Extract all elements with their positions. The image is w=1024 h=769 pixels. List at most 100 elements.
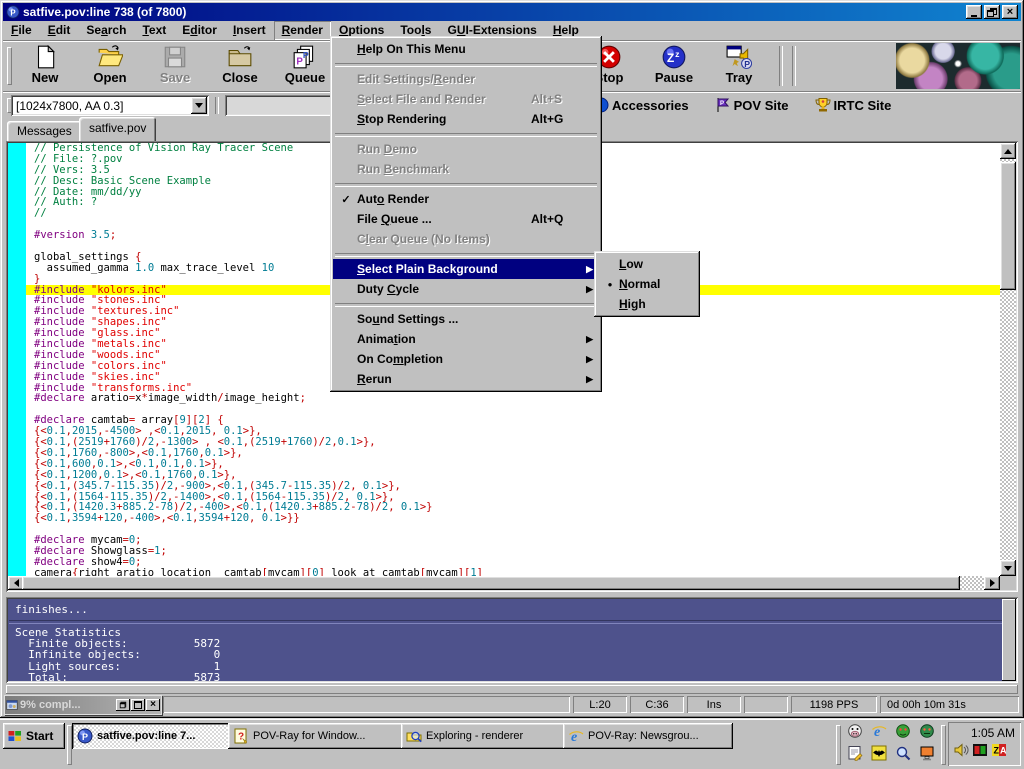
task-pov-ray-for-window[interactable]: ?POV-Ray for Window...	[228, 723, 405, 749]
menu-item-clear-queue-no-items[interactable]: Clear Queue (No Items)	[333, 229, 599, 249]
menu-separator	[333, 249, 599, 259]
svg-text:P: P	[744, 59, 750, 69]
accessories-button[interactable]: iAccessories	[593, 97, 689, 113]
tray-volume-icon[interactable]	[953, 742, 969, 763]
submenu-item-low[interactable]: Low	[597, 254, 697, 274]
quick-launch-pov-face-icon[interactable]	[895, 723, 911, 744]
menubar-item-file[interactable]: File	[3, 21, 40, 40]
menu-item-run-benchmark[interactable]: Run Benchmark	[333, 159, 599, 179]
combo-dropdown-button[interactable]	[191, 97, 207, 114]
task-label: satfive.pov:line 7...	[97, 730, 195, 742]
mini-close-button[interactable]: ×	[146, 699, 160, 711]
minimize-button[interactable]	[966, 5, 982, 19]
task-satfive-pov-line-7[interactable]: Psatfive.pov:line 7...	[72, 723, 232, 749]
message-window[interactable]: finishes... Scene Statistics Finite obje…	[6, 597, 1018, 683]
restore-button[interactable]	[984, 5, 1000, 19]
submenu-arrow-icon: ▶	[586, 354, 593, 365]
tray-button[interactable]: PTray	[708, 43, 770, 89]
tab-satfive-pov[interactable]: satfive.pov	[79, 117, 156, 141]
pov-site-button[interactable]: PPOV Site	[715, 97, 789, 113]
render-preset-combobox[interactable]: [1024x7800, AA 0.3]	[11, 95, 209, 116]
menu-item-help-on-this-menu[interactable]: Help On This Menu	[333, 39, 599, 59]
task-pov-ray-newsgrou[interactable]: ePOV-Ray: Newsgrou...	[563, 723, 733, 749]
taskbar-grip[interactable]	[836, 725, 841, 765]
command-line-box[interactable]	[225, 95, 333, 116]
quick-launch-bat-icon[interactable]	[871, 745, 887, 766]
menu-item-animation[interactable]: Animation▶	[333, 329, 599, 349]
code-line: #declare aratio=x*image_width/image_heig…	[26, 393, 1000, 404]
message-header: finishes...	[15, 603, 88, 616]
vertical-scroll-thumb[interactable]	[1000, 162, 1016, 290]
queue-button[interactable]: PPQueue	[274, 43, 336, 89]
menu-item-select-file-and-render[interactable]: Select File and RenderAlt+S	[333, 89, 599, 109]
tab-messages[interactable]: Messages	[7, 121, 82, 141]
menu-item-edit-settings-render[interactable]: Edit Settings/Render	[333, 69, 599, 89]
menu-item-stop-rendering[interactable]: Stop Rendering Alt+G	[333, 109, 599, 129]
horizontal-scroll-thumb[interactable]	[22, 576, 960, 590]
label: Stop Rendering	[357, 112, 446, 126]
menu-item-rerun[interactable]: Rerun ▶	[333, 369, 599, 389]
quick-launch-monitor-icon[interactable]	[919, 745, 935, 766]
new-button[interactable]: New	[14, 43, 76, 89]
close-button[interactable]: Close	[209, 43, 271, 89]
save-button[interactable]: Save	[144, 43, 206, 89]
horizontal-scrollbar[interactable]	[8, 576, 1000, 590]
menubar-item-render[interactable]: Render	[274, 21, 331, 40]
quick-launch-cow-icon[interactable]	[847, 723, 863, 744]
pov-icon: P	[77, 728, 93, 744]
status-panel-empty	[163, 696, 570, 713]
scroll-right-button[interactable]	[984, 576, 1000, 590]
close-button[interactable]: ×	[1002, 5, 1018, 19]
render-window-icon	[6, 699, 18, 711]
titlebar[interactable]: P satfive.pov:line 738 (of 7800) ×	[3, 3, 1021, 21]
tray-tasks-icon[interactable]	[972, 742, 988, 763]
quick-launch-notes-icon[interactable]	[847, 745, 863, 766]
mini-restore-button[interactable]	[116, 699, 130, 711]
svg-text:Z: Z	[667, 51, 674, 65]
label: Search	[86, 23, 126, 37]
toolbar-grip[interactable]	[7, 47, 12, 85]
quick-launch-ie-icon[interactable]: e	[871, 723, 887, 744]
message-hscrollbar[interactable]	[6, 685, 1018, 694]
quick-launch-magnifier-icon[interactable]	[895, 745, 911, 766]
accelerator: Alt+G	[531, 112, 563, 126]
start-button[interactable]: Start	[3, 723, 65, 749]
task-label: POV-Ray for Window...	[253, 730, 365, 742]
scroll-down-button[interactable]	[1000, 560, 1016, 576]
menu-item-run-demo[interactable]: Run Demo	[333, 139, 599, 159]
status-panels: L:20C:36Ins1198 PPS0d 00h 10m 31s	[163, 696, 1019, 713]
open-button[interactable]: Open	[79, 43, 141, 89]
menubar-item-editor[interactable]: Editor	[174, 21, 225, 40]
pause-button[interactable]: ZzPause	[643, 43, 705, 89]
render-preview-thumbnail[interactable]	[896, 43, 1020, 89]
taskbar-grip[interactable]	[941, 725, 946, 765]
new-file-icon	[32, 44, 58, 70]
menu-item-file-queue[interactable]: File Queue ...Alt+Q	[333, 209, 599, 229]
submenu-item-high[interactable]: High	[597, 294, 697, 314]
menu-item-sound-settings[interactable]: Sound Settings ...	[333, 309, 599, 329]
minimized-render-window[interactable]: 9% compl... ×	[5, 696, 161, 714]
vertical-scrollbar[interactable]	[1000, 143, 1016, 576]
label: Rerun	[357, 372, 392, 386]
irtc-site-button[interactable]: IRTC Site	[815, 97, 892, 113]
label: Run Benchmark	[357, 162, 449, 176]
submenu-arrow-icon: ▶	[586, 374, 593, 385]
quick-launch-pov-face2-icon[interactable]	[919, 723, 935, 744]
menu-item-duty-cycle[interactable]: Duty Cycle▶	[333, 279, 599, 299]
submenu-item-normal[interactable]: ●Normal	[597, 274, 697, 294]
open-folder-icon	[97, 44, 123, 70]
tray-zonealarm-icon[interactable]: ZA	[991, 742, 1007, 763]
menubar-item-text[interactable]: Text	[134, 21, 174, 40]
menubar-item-search[interactable]: Search	[78, 21, 134, 40]
menu-item-select-plain-background[interactable]: Select Plain Background▶	[333, 259, 599, 279]
restore-icon	[120, 702, 126, 708]
menu-item-auto-render[interactable]: ✓Auto Render	[333, 189, 599, 209]
svg-text:P: P	[82, 732, 88, 742]
mini-maximize-button[interactable]	[131, 699, 145, 711]
scroll-up-button[interactable]	[1000, 143, 1016, 159]
menubar-item-insert[interactable]: Insert	[225, 21, 274, 40]
menubar-item-edit[interactable]: Edit	[40, 21, 79, 40]
task-exploring-renderer[interactable]: Exploring - renderer	[401, 723, 567, 749]
message-scrollbar[interactable]	[1002, 599, 1016, 681]
menu-item-on-completion[interactable]: On Completion▶	[333, 349, 599, 369]
